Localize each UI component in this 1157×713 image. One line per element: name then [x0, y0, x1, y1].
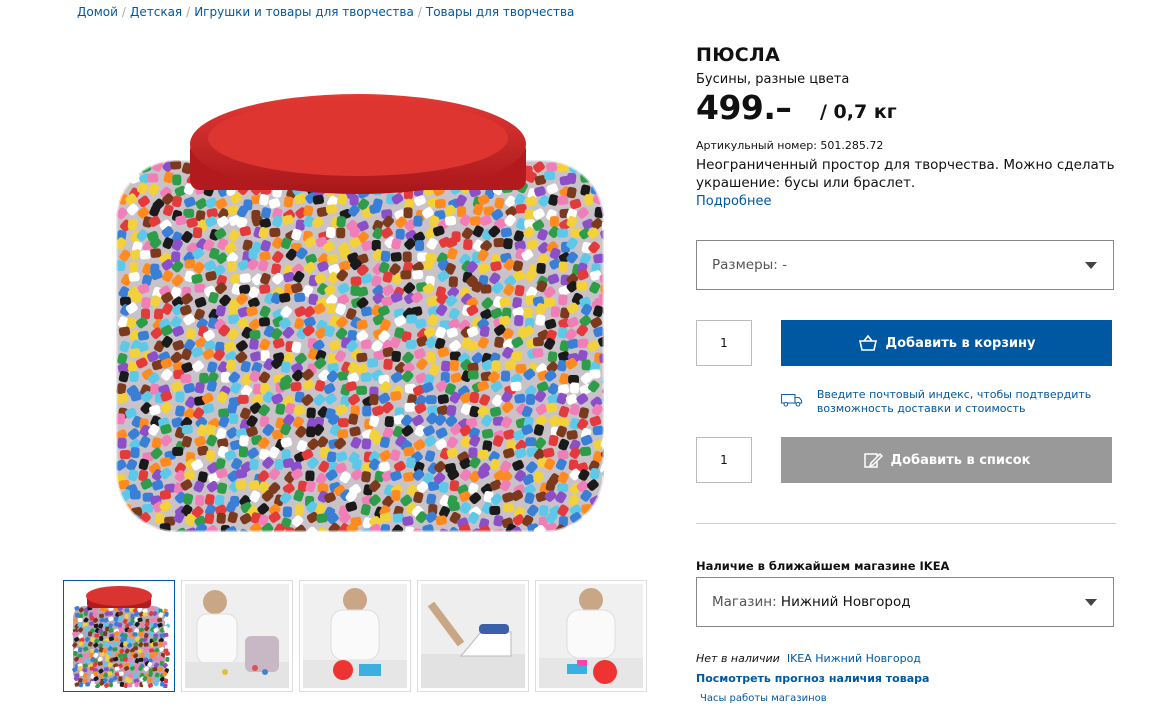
price-unit: / 0,7 кг [820, 101, 897, 123]
article-number: Артикульный номер: 501.285.72 [696, 139, 884, 152]
more-details-link[interactable]: Подробнее [696, 194, 771, 209]
product-title: ПЮСЛА [696, 44, 781, 66]
availability-heading: Наличие в ближайшем магазине IKEA [696, 559, 950, 573]
stock-status: Нет в наличии IKEA Нижний Новгород [696, 652, 921, 665]
store-select-label: Магазин: [712, 594, 777, 610]
breadcrumb-children[interactable]: Детская [130, 5, 182, 19]
breadcrumb-creativity[interactable]: Товары для творчества [426, 5, 575, 19]
add-to-cart-label: Добавить в корзину [885, 335, 1036, 351]
add-to-cart-button[interactable]: Добавить в корзину [781, 320, 1112, 366]
truck-icon [781, 394, 803, 407]
store-hours-link[interactable]: Часы работы магазинов [700, 693, 827, 704]
thumbnail-ironing[interactable] [417, 580, 529, 692]
store-select-value: Нижний Новгород [780, 594, 911, 610]
breadcrumb-home[interactable]: Домой [77, 5, 118, 19]
list-quantity-input[interactable]: 1 [696, 437, 752, 483]
product-main-image[interactable] [98, 60, 618, 540]
chevron-down-icon [1085, 262, 1097, 269]
size-select[interactable]: Размеры: - [696, 240, 1114, 290]
add-to-list-button[interactable]: Добавить в список [781, 437, 1112, 483]
store-link[interactable]: IKEA Нижний Новгород [787, 652, 921, 665]
thumbnail-jar[interactable] [63, 580, 175, 692]
breadcrumb: Домой / Детская / Игрушки и товары для творч… [77, 5, 575, 19]
size-select-label: Размеры: [712, 257, 778, 273]
size-select-value: - [782, 257, 788, 273]
thumbnail-child-playing[interactable] [181, 580, 293, 692]
product-subtitle: Бусины, разные цвета [696, 72, 850, 87]
product-price: 499.– [696, 88, 792, 127]
stock-forecast-link[interactable]: Посмотреть прогноз наличия товара [696, 672, 929, 685]
thumbnail-strip [63, 580, 647, 692]
add-to-list-label: Добавить в список [890, 452, 1031, 468]
chevron-down-icon [1085, 599, 1097, 606]
thumbnail-child-table[interactable] [299, 580, 411, 692]
thumbnail-child-shapes[interactable] [535, 580, 647, 692]
delivery-info[interactable]: Введите почтовый индекс, чтобы подтверди… [781, 388, 1112, 416]
breadcrumb-toys[interactable]: Игрушки и товары для творчества [194, 5, 414, 19]
product-description: Неограниченный простор для творчества. М… [696, 157, 1115, 191]
delivery-text: Введите почтовый индекс, чтобы подтверди… [816, 388, 1092, 415]
stock-status-text: Нет в наличии [696, 652, 780, 665]
divider [696, 523, 1116, 524]
cart-quantity-input[interactable]: 1 [696, 320, 752, 366]
edit-list-icon [863, 452, 883, 468]
store-select[interactable]: Магазин: Нижний Новгород [696, 577, 1114, 627]
basket-icon [858, 334, 877, 351]
